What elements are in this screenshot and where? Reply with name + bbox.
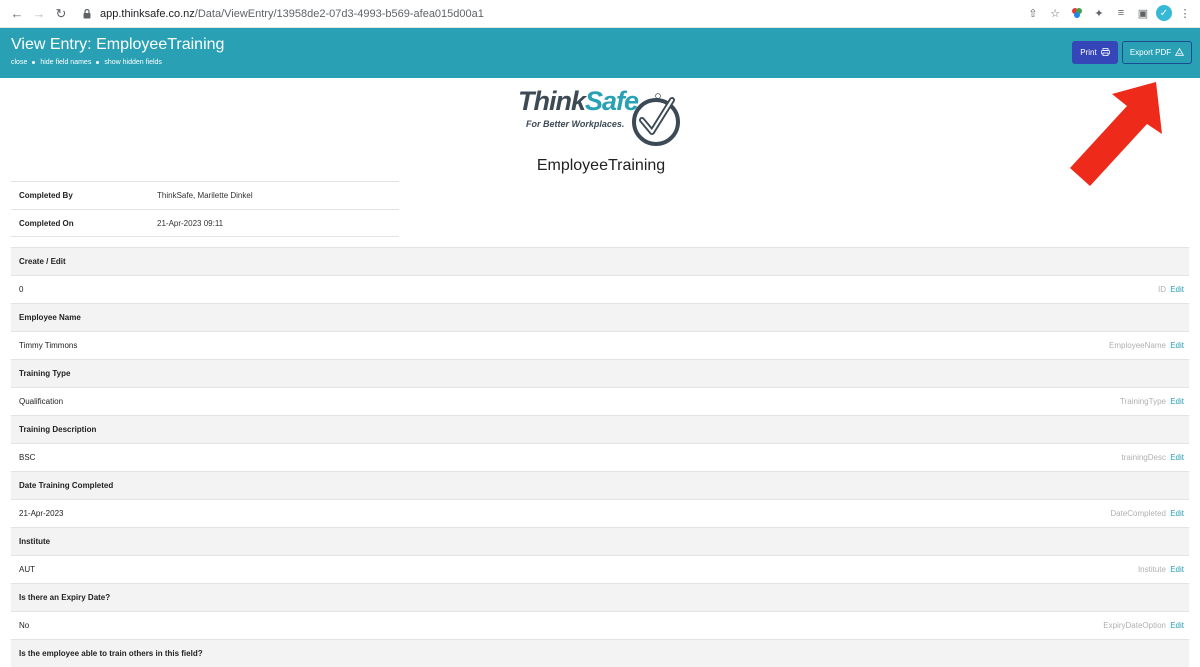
field-value-row: Qualification TrainingType Edit xyxy=(11,387,1189,415)
edit-link[interactable]: Edit xyxy=(1170,397,1184,406)
field-value: BSC xyxy=(19,453,36,462)
annotation-arrow-icon xyxy=(1070,82,1162,186)
meta-label: Completed By xyxy=(19,191,73,200)
field-label: Is there an Expiry Date? xyxy=(11,583,1189,611)
edit-link[interactable]: Edit xyxy=(1170,285,1184,294)
edit-link[interactable]: Edit xyxy=(1170,565,1184,574)
meta-row: Completed On 21-Apr-2023 09:11 xyxy=(11,209,399,237)
field-value: 21-Apr-2023 xyxy=(19,509,64,518)
field-label: Is the employee able to train others in … xyxy=(11,639,1189,667)
field-name: Institute xyxy=(1137,565,1166,574)
logo-tagline: For Better Workplaces. xyxy=(526,119,625,129)
url-host: app.thinksafe.co.nz xyxy=(100,7,195,20)
edit-link[interactable]: Edit xyxy=(1170,621,1184,630)
separator-dot xyxy=(96,61,100,64)
entry-meta-table: Completed By ThinkSafe, Marilette Dinkel… xyxy=(11,181,399,237)
field-label: Institute xyxy=(11,527,1189,555)
field-value-row: Timmy Timmons EmployeeName Edit xyxy=(11,331,1189,359)
meta-label: Completed On xyxy=(19,218,74,228)
field-value: 0 xyxy=(19,285,24,294)
field-value: Timmy Timmons xyxy=(19,341,78,350)
browser-nav: ← → ↻ xyxy=(6,3,72,25)
meta-value: 21-Apr-2023 09:11 xyxy=(157,218,224,228)
field-name: TrainingType xyxy=(1120,397,1166,406)
field-label: Employee Name xyxy=(11,303,1189,331)
edit-link[interactable]: Edit xyxy=(1170,453,1184,462)
form-title-text: EmployeeTraining xyxy=(536,157,666,174)
field-label: Training Description xyxy=(11,415,1189,443)
export-pdf-label: Export PDF xyxy=(1129,48,1172,57)
logo-think: Think xyxy=(518,86,586,116)
field-value-row: 0 ID Edit xyxy=(11,275,1189,303)
side-panel-icon[interactable]: ▣ xyxy=(1134,4,1152,22)
checkmark-logo-icon xyxy=(632,93,680,146)
field-value: No xyxy=(19,621,30,630)
field-value: AUT xyxy=(19,565,35,574)
print-button-label: Print xyxy=(1080,48,1097,57)
field-value-row: AUT Institute Edit xyxy=(11,555,1189,583)
address-bar[interactable]: app.thinksafe.co.nz/Data/ViewEntry/13958… xyxy=(80,7,484,21)
reading-list-icon[interactable]: ≡ xyxy=(1112,4,1130,22)
page-title: View Entry: EmployeeTraining xyxy=(11,36,225,53)
field-name: trainingDesc xyxy=(1121,453,1166,462)
meta-row: Completed By ThinkSafe, Marilette Dinkel xyxy=(11,181,399,209)
field-name: ExpiryDateOption xyxy=(1103,621,1166,630)
show-hidden-fields-link[interactable]: show hidden fields xyxy=(104,59,162,66)
field-name: EmployeeName xyxy=(1109,341,1166,350)
field-label: Date Training Completed xyxy=(11,471,1189,499)
field-name: ID xyxy=(1157,285,1166,294)
field-label: Create / Edit xyxy=(11,247,1189,275)
color-picker-icon[interactable] xyxy=(1068,4,1086,22)
field-value-row: 21-Apr-2023 DateCompleted Edit xyxy=(11,499,1189,527)
lock-icon xyxy=(80,7,94,21)
forward-icon[interactable]: → xyxy=(28,3,50,25)
menu-icon[interactable]: ⋮ xyxy=(1176,4,1194,22)
back-icon[interactable]: ← xyxy=(6,3,28,25)
thinksafe-logo: ThinkSafe For Better Workplaces. xyxy=(518,86,686,148)
browser-tools: ⇧ ☆ ✦ ≡ ▣ ✓ ⋮ xyxy=(1024,4,1194,22)
share-icon[interactable]: ⇧ xyxy=(1024,4,1042,22)
field-label: Training Type xyxy=(11,359,1189,387)
star-icon[interactable]: ☆ xyxy=(1046,4,1064,22)
field-name: DateCompleted xyxy=(1110,509,1166,518)
edit-link[interactable]: Edit xyxy=(1170,341,1184,350)
export-pdf-button[interactable]: Export PDF xyxy=(1122,41,1192,64)
field-value-row: No ExpiryDateOption Edit xyxy=(11,611,1189,639)
entry-fields: Create / Edit 0 ID Edit Employee Name Ti… xyxy=(11,247,1189,667)
edit-link[interactable]: Edit xyxy=(1170,509,1184,518)
header-links: close hide field names show hidden field… xyxy=(11,59,162,66)
printer-icon xyxy=(1100,47,1110,58)
profile-avatar[interactable]: ✓ xyxy=(1156,5,1172,21)
form-title: EmployeeTraining xyxy=(0,157,1200,175)
print-button[interactable]: Print xyxy=(1072,41,1118,64)
pdf-icon xyxy=(1175,47,1185,58)
url-path: /Data/ViewEntry/13958de2-07d3-4993-b569-… xyxy=(194,7,484,20)
browser-toolbar: ← → ↻ app.thinksafe.co.nz/Data/ViewEntry… xyxy=(0,0,1200,28)
separator-dot xyxy=(32,61,36,64)
hide-field-names-link[interactable]: hide field names xyxy=(40,59,91,66)
field-value-row: BSC trainingDesc Edit xyxy=(11,443,1189,471)
extensions-icon[interactable]: ✦ xyxy=(1090,4,1108,22)
reload-icon[interactable]: ↻ xyxy=(50,3,72,25)
meta-value: ThinkSafe, Marilette Dinkel xyxy=(157,191,253,200)
page-header: View Entry: EmployeeTraining close hide … xyxy=(0,28,1200,78)
close-link[interactable]: close xyxy=(11,59,27,66)
field-value: Qualification xyxy=(19,397,64,406)
